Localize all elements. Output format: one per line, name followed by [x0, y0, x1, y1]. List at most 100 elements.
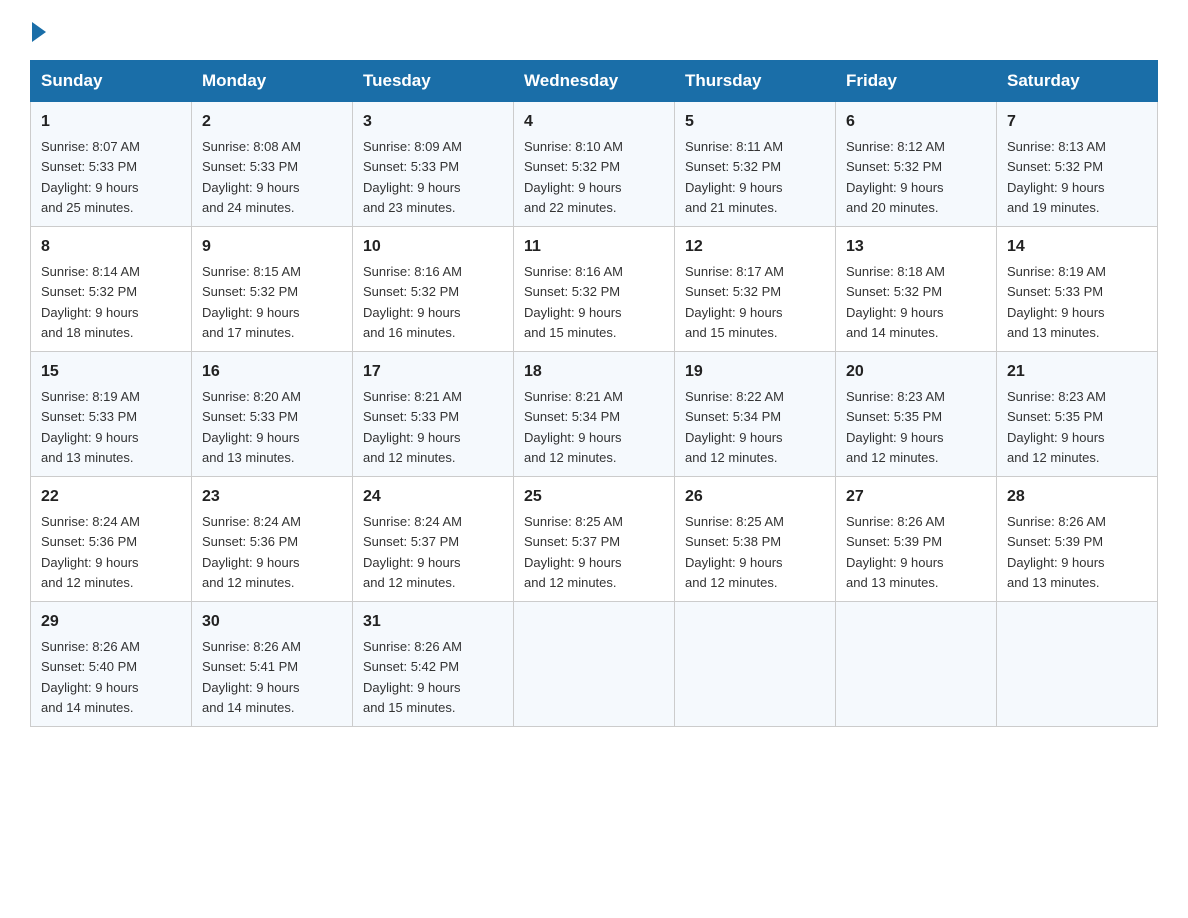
day-number: 8 [41, 235, 181, 259]
calendar-cell: 22 Sunrise: 8:24 AMSunset: 5:36 PMDaylig… [31, 477, 192, 602]
calendar-cell: 30 Sunrise: 8:26 AMSunset: 5:41 PMDaylig… [192, 602, 353, 727]
day-info: Sunrise: 8:25 AMSunset: 5:38 PMDaylight:… [685, 514, 784, 590]
day-number: 23 [202, 485, 342, 509]
calendar-cell [514, 602, 675, 727]
day-number: 15 [41, 360, 181, 384]
calendar-cell: 18 Sunrise: 8:21 AMSunset: 5:34 PMDaylig… [514, 352, 675, 477]
calendar-cell: 28 Sunrise: 8:26 AMSunset: 5:39 PMDaylig… [997, 477, 1158, 602]
calendar-cell [997, 602, 1158, 727]
calendar-cell: 13 Sunrise: 8:18 AMSunset: 5:32 PMDaylig… [836, 227, 997, 352]
calendar-cell: 14 Sunrise: 8:19 AMSunset: 5:33 PMDaylig… [997, 227, 1158, 352]
day-info: Sunrise: 8:24 AMSunset: 5:36 PMDaylight:… [41, 514, 140, 590]
day-info: Sunrise: 8:14 AMSunset: 5:32 PMDaylight:… [41, 264, 140, 340]
calendar-cell: 1 Sunrise: 8:07 AMSunset: 5:33 PMDayligh… [31, 102, 192, 227]
calendar-cell: 10 Sunrise: 8:16 AMSunset: 5:32 PMDaylig… [353, 227, 514, 352]
calendar-cell: 27 Sunrise: 8:26 AMSunset: 5:39 PMDaylig… [836, 477, 997, 602]
day-number: 16 [202, 360, 342, 384]
calendar-cell: 9 Sunrise: 8:15 AMSunset: 5:32 PMDayligh… [192, 227, 353, 352]
day-info: Sunrise: 8:26 AMSunset: 5:39 PMDaylight:… [846, 514, 945, 590]
day-number: 24 [363, 485, 503, 509]
calendar-cell [836, 602, 997, 727]
calendar-cell: 15 Sunrise: 8:19 AMSunset: 5:33 PMDaylig… [31, 352, 192, 477]
calendar-cell: 7 Sunrise: 8:13 AMSunset: 5:32 PMDayligh… [997, 102, 1158, 227]
calendar-header-row: SundayMondayTuesdayWednesdayThursdayFrid… [31, 61, 1158, 102]
day-info: Sunrise: 8:09 AMSunset: 5:33 PMDaylight:… [363, 139, 462, 215]
column-header-monday: Monday [192, 61, 353, 102]
calendar-cell: 31 Sunrise: 8:26 AMSunset: 5:42 PMDaylig… [353, 602, 514, 727]
day-number: 27 [846, 485, 986, 509]
day-number: 30 [202, 610, 342, 634]
day-info: Sunrise: 8:13 AMSunset: 5:32 PMDaylight:… [1007, 139, 1106, 215]
day-info: Sunrise: 8:20 AMSunset: 5:33 PMDaylight:… [202, 389, 301, 465]
calendar-cell: 3 Sunrise: 8:09 AMSunset: 5:33 PMDayligh… [353, 102, 514, 227]
day-number: 4 [524, 110, 664, 134]
calendar-cell: 17 Sunrise: 8:21 AMSunset: 5:33 PMDaylig… [353, 352, 514, 477]
calendar-week-2: 8 Sunrise: 8:14 AMSunset: 5:32 PMDayligh… [31, 227, 1158, 352]
day-info: Sunrise: 8:26 AMSunset: 5:41 PMDaylight:… [202, 639, 301, 715]
calendar-cell: 25 Sunrise: 8:25 AMSunset: 5:37 PMDaylig… [514, 477, 675, 602]
day-number: 28 [1007, 485, 1147, 509]
day-number: 25 [524, 485, 664, 509]
day-number: 7 [1007, 110, 1147, 134]
day-info: Sunrise: 8:21 AMSunset: 5:33 PMDaylight:… [363, 389, 462, 465]
day-info: Sunrise: 8:12 AMSunset: 5:32 PMDaylight:… [846, 139, 945, 215]
calendar-cell: 29 Sunrise: 8:26 AMSunset: 5:40 PMDaylig… [31, 602, 192, 727]
calendar-week-4: 22 Sunrise: 8:24 AMSunset: 5:36 PMDaylig… [31, 477, 1158, 602]
calendar-cell: 26 Sunrise: 8:25 AMSunset: 5:38 PMDaylig… [675, 477, 836, 602]
day-number: 2 [202, 110, 342, 134]
day-info: Sunrise: 8:26 AMSunset: 5:42 PMDaylight:… [363, 639, 462, 715]
calendar-cell: 20 Sunrise: 8:23 AMSunset: 5:35 PMDaylig… [836, 352, 997, 477]
day-info: Sunrise: 8:10 AMSunset: 5:32 PMDaylight:… [524, 139, 623, 215]
day-number: 9 [202, 235, 342, 259]
day-number: 20 [846, 360, 986, 384]
day-number: 21 [1007, 360, 1147, 384]
day-info: Sunrise: 8:11 AMSunset: 5:32 PMDaylight:… [685, 139, 783, 215]
day-number: 29 [41, 610, 181, 634]
day-info: Sunrise: 8:16 AMSunset: 5:32 PMDaylight:… [524, 264, 623, 340]
day-info: Sunrise: 8:19 AMSunset: 5:33 PMDaylight:… [1007, 264, 1106, 340]
day-number: 13 [846, 235, 986, 259]
logo-arrow-icon [32, 22, 46, 42]
day-info: Sunrise: 8:19 AMSunset: 5:33 PMDaylight:… [41, 389, 140, 465]
day-info: Sunrise: 8:17 AMSunset: 5:32 PMDaylight:… [685, 264, 784, 340]
calendar-week-5: 29 Sunrise: 8:26 AMSunset: 5:40 PMDaylig… [31, 602, 1158, 727]
day-number: 17 [363, 360, 503, 384]
day-number: 3 [363, 110, 503, 134]
day-info: Sunrise: 8:08 AMSunset: 5:33 PMDaylight:… [202, 139, 301, 215]
calendar-table: SundayMondayTuesdayWednesdayThursdayFrid… [30, 60, 1158, 727]
column-header-thursday: Thursday [675, 61, 836, 102]
calendar-cell: 2 Sunrise: 8:08 AMSunset: 5:33 PMDayligh… [192, 102, 353, 227]
column-header-friday: Friday [836, 61, 997, 102]
day-number: 1 [41, 110, 181, 134]
day-number: 10 [363, 235, 503, 259]
day-info: Sunrise: 8:22 AMSunset: 5:34 PMDaylight:… [685, 389, 784, 465]
day-number: 31 [363, 610, 503, 634]
day-number: 19 [685, 360, 825, 384]
day-info: Sunrise: 8:18 AMSunset: 5:32 PMDaylight:… [846, 264, 945, 340]
calendar-cell: 23 Sunrise: 8:24 AMSunset: 5:36 PMDaylig… [192, 477, 353, 602]
calendar-week-3: 15 Sunrise: 8:19 AMSunset: 5:33 PMDaylig… [31, 352, 1158, 477]
day-info: Sunrise: 8:25 AMSunset: 5:37 PMDaylight:… [524, 514, 623, 590]
day-info: Sunrise: 8:26 AMSunset: 5:40 PMDaylight:… [41, 639, 140, 715]
calendar-cell: 12 Sunrise: 8:17 AMSunset: 5:32 PMDaylig… [675, 227, 836, 352]
day-number: 26 [685, 485, 825, 509]
day-info: Sunrise: 8:15 AMSunset: 5:32 PMDaylight:… [202, 264, 301, 340]
day-info: Sunrise: 8:23 AMSunset: 5:35 PMDaylight:… [1007, 389, 1106, 465]
column-header-saturday: Saturday [997, 61, 1158, 102]
calendar-cell: 11 Sunrise: 8:16 AMSunset: 5:32 PMDaylig… [514, 227, 675, 352]
calendar-cell: 19 Sunrise: 8:22 AMSunset: 5:34 PMDaylig… [675, 352, 836, 477]
calendar-week-1: 1 Sunrise: 8:07 AMSunset: 5:33 PMDayligh… [31, 102, 1158, 227]
calendar-cell: 16 Sunrise: 8:20 AMSunset: 5:33 PMDaylig… [192, 352, 353, 477]
calendar-cell: 24 Sunrise: 8:24 AMSunset: 5:37 PMDaylig… [353, 477, 514, 602]
day-number: 18 [524, 360, 664, 384]
page-header [30, 20, 1158, 42]
column-header-sunday: Sunday [31, 61, 192, 102]
day-info: Sunrise: 8:24 AMSunset: 5:36 PMDaylight:… [202, 514, 301, 590]
calendar-cell: 21 Sunrise: 8:23 AMSunset: 5:35 PMDaylig… [997, 352, 1158, 477]
day-number: 12 [685, 235, 825, 259]
day-info: Sunrise: 8:26 AMSunset: 5:39 PMDaylight:… [1007, 514, 1106, 590]
calendar-cell: 4 Sunrise: 8:10 AMSunset: 5:32 PMDayligh… [514, 102, 675, 227]
day-info: Sunrise: 8:23 AMSunset: 5:35 PMDaylight:… [846, 389, 945, 465]
calendar-cell: 5 Sunrise: 8:11 AMSunset: 5:32 PMDayligh… [675, 102, 836, 227]
calendar-cell: 6 Sunrise: 8:12 AMSunset: 5:32 PMDayligh… [836, 102, 997, 227]
